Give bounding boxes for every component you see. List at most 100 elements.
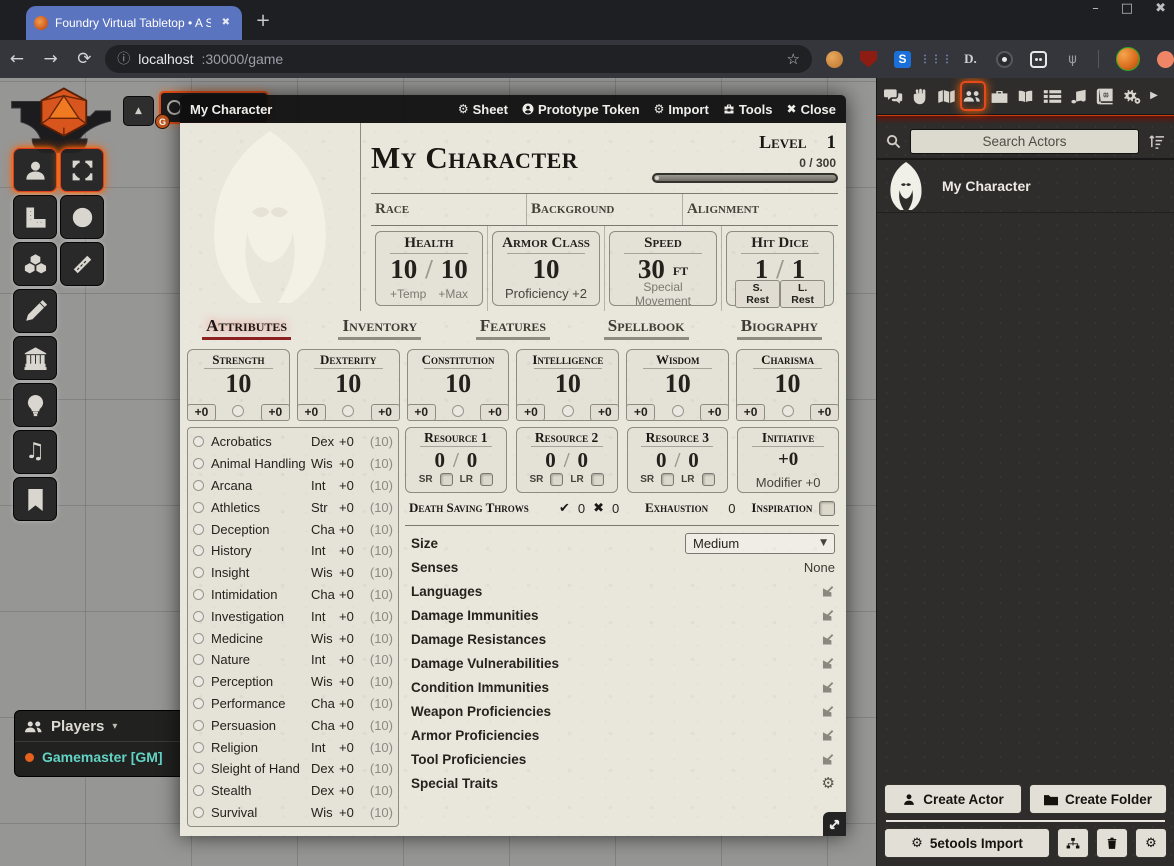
sound-controls-button[interactable]: ♫ [13, 430, 57, 474]
skill-row[interactable]: Intimidation Cha +0 (10) [193, 584, 393, 606]
cookie-extension-icon[interactable] [826, 51, 843, 68]
ability-check-mod[interactable]: +0 [590, 404, 619, 421]
skill-name[interactable]: Performance [211, 696, 311, 711]
death-saves-counters[interactable]: ✔ 0 ✖ 0 [559, 501, 645, 516]
tab-playlists[interactable] [1066, 81, 1093, 111]
skill-name[interactable]: Persuasion [211, 718, 311, 733]
character-name[interactable]: My Character [371, 140, 652, 176]
window-titlebar[interactable]: My Character ⚙ Sheet Prototype Token ⚙ I… [180, 95, 846, 123]
skill-name[interactable]: Survival [211, 805, 311, 820]
tab-scenes[interactable] [933, 81, 960, 111]
wall-controls-button[interactable] [13, 336, 57, 380]
reload-button[interactable]: ⟳ [67, 51, 101, 68]
fork-extension-icon[interactable]: ψ [1064, 51, 1081, 68]
template-controls-button[interactable] [13, 195, 57, 239]
long-rest-button[interactable]: L. Rest [780, 280, 825, 308]
ability-check-mod[interactable]: +0 [261, 404, 290, 421]
tab-tables[interactable] [1039, 81, 1066, 111]
skill-name[interactable]: Insight [211, 565, 311, 580]
edit-trait-button[interactable] [821, 609, 835, 622]
import-button[interactable]: ⚙ Import [654, 102, 709, 117]
url-bar[interactable]: ⓘ localhost:30000/game ☆ [105, 45, 812, 73]
race-field[interactable]: Race [371, 194, 527, 225]
armor-class-value[interactable]: 10 [493, 254, 599, 285]
ability-save-mod[interactable]: +0 [187, 404, 216, 421]
close-window-button[interactable]: ✖ [1155, 2, 1166, 15]
minimize-button[interactable]: – [1092, 2, 1099, 15]
tab-combat[interactable] [907, 81, 934, 111]
lens-extension-icon[interactable] [996, 51, 1013, 68]
skill-row[interactable]: Animal Handling Wis +0 (10) [193, 453, 393, 475]
skill-row[interactable]: Arcana Int +0 (10) [193, 475, 393, 497]
ability-score[interactable]: 10 [737, 369, 838, 399]
profile-avatar[interactable] [1116, 47, 1140, 71]
skill-name[interactable]: Athletics [211, 500, 311, 515]
delete-button[interactable] [1096, 828, 1128, 858]
ublock-extension-icon[interactable] [860, 51, 877, 68]
skill-name[interactable]: Acrobatics [211, 434, 311, 449]
edit-trait-button[interactable] [821, 681, 835, 694]
5etools-import-button[interactable]: ⚙ 5etools Import [884, 828, 1050, 858]
skill-proficiency-radio[interactable] [193, 720, 204, 731]
tab-features[interactable]: Features [446, 316, 579, 340]
search-actors-input[interactable] [910, 129, 1139, 154]
edit-trait-button[interactable] [821, 633, 835, 646]
tab-actors[interactable] [960, 81, 987, 111]
skill-proficiency-radio[interactable] [193, 567, 204, 578]
edit-trait-button[interactable] [821, 753, 835, 766]
resource-value[interactable]: 0/0 [628, 448, 728, 472]
skill-row[interactable]: Stealth Dex +0 (10) [193, 780, 393, 802]
site-info-icon[interactable]: ⓘ [117, 53, 130, 66]
death-fail-count[interactable]: 0 [612, 501, 619, 516]
ability-save-mod[interactable]: +0 [297, 404, 326, 421]
initiative-modifier[interactable]: Modifier +0 [738, 475, 838, 490]
resource-value[interactable]: 0/0 [517, 448, 617, 472]
tab-spellbook[interactable]: Spellbook [580, 316, 713, 340]
ability-box[interactable]: Dexterity 10 +0 +0 [297, 349, 400, 421]
skill-row[interactable]: History Int +0 (10) [193, 540, 393, 562]
skill-row[interactable]: Nature Int +0 (10) [193, 649, 393, 671]
ability-check-mod[interactable]: +0 [810, 404, 839, 421]
ability-score[interactable]: 10 [627, 369, 728, 399]
ability-check-mod[interactable]: +0 [480, 404, 509, 421]
notes-controls-button[interactable] [13, 477, 57, 521]
ability-save-mod[interactable]: +0 [516, 404, 545, 421]
ability-box[interactable]: Intelligence 10 +0 +0 [516, 349, 619, 421]
ability-score[interactable]: 10 [517, 369, 618, 399]
ability-box[interactable]: Charisma 10 +0 +0 [736, 349, 839, 421]
skill-proficiency-radio[interactable] [193, 480, 204, 491]
tab-chat[interactable] [880, 81, 907, 111]
skill-row[interactable]: Persuasion Cha +0 (10) [193, 714, 393, 736]
skill-row[interactable]: Insight Wis +0 (10) [193, 562, 393, 584]
proficiency-radio[interactable] [342, 405, 354, 417]
browser-tab[interactable]: Foundry Virtual Tabletop • A Stan ✖ [26, 6, 242, 40]
back-button[interactable]: ← [0, 51, 34, 68]
skill-row[interactable]: Sleight of Hand Dex +0 (10) [193, 758, 393, 780]
skill-name[interactable]: Stealth [211, 783, 311, 798]
ability-box[interactable]: Wisdom 10 +0 +0 [626, 349, 729, 421]
special-movement-link[interactable]: Special Movement [610, 285, 716, 305]
background-field[interactable]: Background [527, 194, 683, 225]
skill-proficiency-radio[interactable] [193, 436, 204, 447]
temp-hp-field[interactable]: +Temp [390, 287, 426, 301]
collapse-controls-button[interactable]: ▲ [123, 96, 154, 126]
ability-save-mod[interactable]: +0 [736, 404, 765, 421]
proficiency-radio[interactable] [672, 405, 684, 417]
skill-row[interactable]: Religion Int +0 (10) [193, 736, 393, 758]
skill-proficiency-radio[interactable] [193, 698, 204, 709]
ability-save-mod[interactable]: +0 [626, 404, 655, 421]
ability-check-mod[interactable]: +0 [700, 404, 729, 421]
tab-close-icon[interactable]: ✖ [218, 16, 234, 30]
new-tab-button[interactable]: + [252, 12, 274, 30]
lr-checkbox[interactable] [480, 473, 493, 486]
proficiency-radio[interactable] [782, 405, 794, 417]
health-footer[interactable]: +Temp +Max [376, 285, 482, 305]
resource-value[interactable]: 0/0 [406, 448, 506, 472]
ability-save-mod[interactable]: +0 [407, 404, 436, 421]
bookmark-star-icon[interactable]: ☆ [787, 52, 800, 67]
skill-name[interactable]: Arcana [211, 478, 311, 493]
skill-row[interactable]: Perception Wis +0 (10) [193, 671, 393, 693]
drawing-controls-button[interactable] [13, 289, 57, 333]
sr-checkbox[interactable] [440, 473, 453, 486]
skill-row[interactable]: Acrobatics Dex +0 (10) [193, 431, 393, 453]
